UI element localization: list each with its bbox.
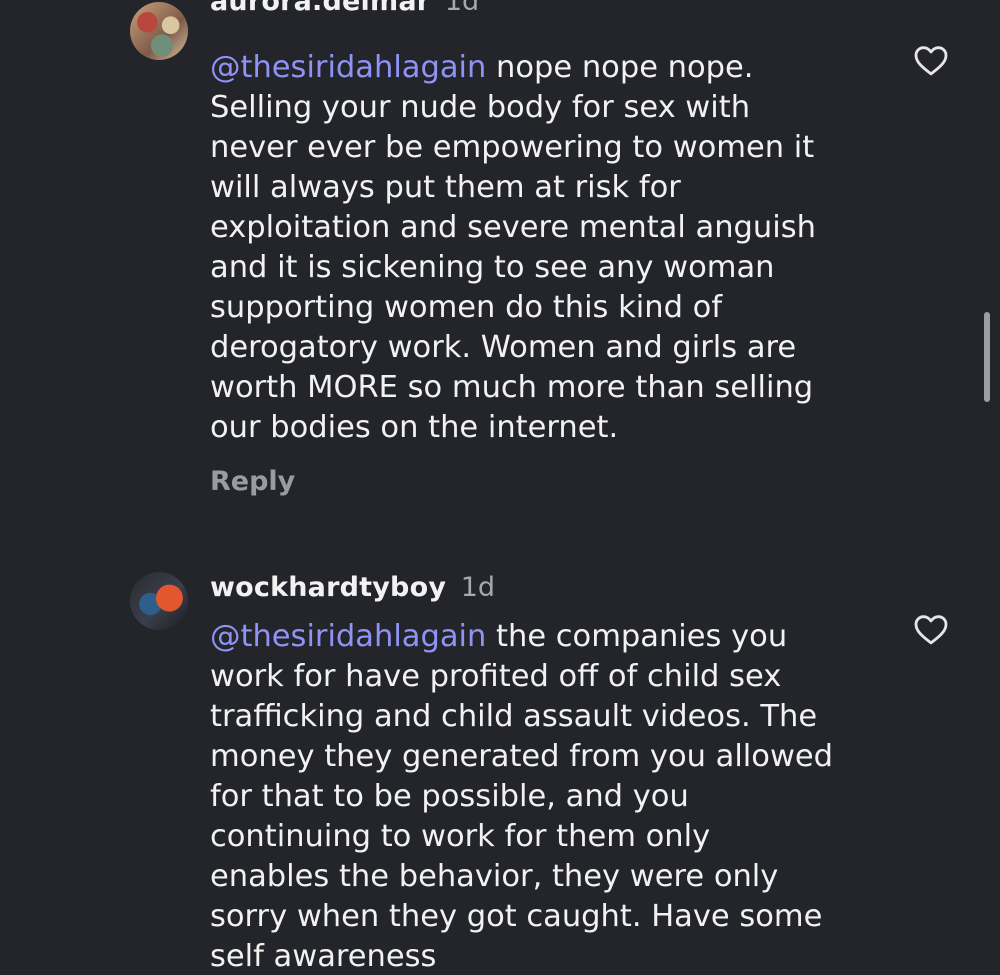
comment-line: our bodies on the internet. (210, 410, 619, 445)
username[interactable]: aurora.delmar (210, 0, 430, 17)
username-row: aurora.delmar 1d (210, 0, 479, 18)
comment-text: @thesiridahlagain the companies you work… (210, 617, 880, 975)
comment-line: supporting women do this kind of (210, 290, 723, 325)
comment-line: and it is sickening to see any woman (210, 250, 775, 285)
comment-line: self awareness (210, 939, 437, 974)
comment-line: Selling your nude body for sex with (210, 90, 751, 125)
comment-line: for that to be possible, and you (210, 779, 689, 814)
comment-line: sorry when they got caught. Have some (210, 899, 823, 934)
comment-line-text: nope nope nope. (486, 50, 754, 85)
comment-line: exploitation and severe mental anguish (210, 210, 816, 245)
comment-line-text: the companies you (486, 619, 788, 654)
comment-line: worth MORE so much more than selling (210, 370, 814, 405)
comment-time: 1d (444, 0, 480, 17)
comment-line: @thesiridahlagain nope nope nope. (210, 48, 880, 88)
heart-outline-icon[interactable] (910, 40, 952, 80)
comment-time: 1d (460, 572, 496, 603)
comments-screen: aurora.delmar 1d @thesiridahlagain nope … (0, 0, 1000, 975)
comment-line: will always put them at risk for (210, 170, 681, 205)
comment-line: derogatory work. Women and girls are (210, 330, 797, 365)
comment-line: continuing to work for them only (210, 819, 711, 854)
username[interactable]: wockhardtyboy (210, 572, 446, 603)
comment-line: work for have profited off of child sex (210, 659, 782, 694)
comment-line: trafficking and child assault videos. Th… (210, 699, 818, 734)
heart-outline-icon[interactable] (910, 609, 952, 649)
comment-line: never ever be empowering to women it (210, 130, 815, 165)
scrollbar[interactable] (984, 312, 990, 402)
comment-line: @thesiridahlagain the companies you (210, 617, 880, 657)
mention-link[interactable]: @thesiridahlagain (210, 619, 486, 654)
comment-line: enables the behavior, they were only (210, 859, 779, 894)
user-avatar[interactable] (130, 572, 188, 630)
username-row: wockhardtyboy 1d (210, 572, 495, 604)
username-row-clipped: aurora.delmar 1d (0, 0, 1000, 22)
comment-line: money they generated from you allowed (210, 739, 834, 774)
mention-link[interactable]: @thesiridahlagain (210, 50, 486, 85)
comment-text: @thesiridahlagain nope nope nope. Sellin… (210, 48, 880, 448)
reply-button[interactable]: Reply (210, 466, 295, 497)
